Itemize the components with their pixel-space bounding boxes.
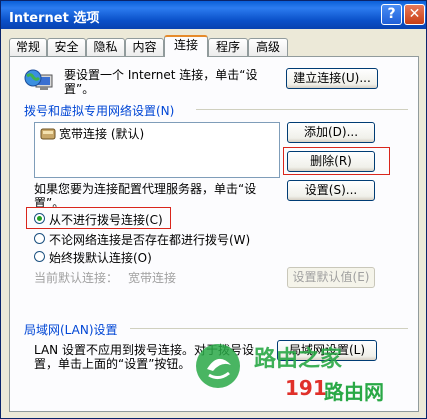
help-button[interactable]: ? <box>381 4 402 25</box>
lan-group-label: 局域网(LAN)设置 <box>24 323 118 337</box>
radio-always-dial-default[interactable] <box>34 251 45 262</box>
window-title: Internet 选项 <box>9 11 100 26</box>
radio-dial-when-no-network-label[interactable]: 不论网络连接是否存在都进行拨号(W) <box>49 231 250 248</box>
internet-options-window: Internet 选项 ? ✕ 常规 安全 隐私 内容 连接 程序 高级 要设置… <box>0 0 427 419</box>
add-connection-button[interactable]: 添加(D)... <box>287 122 375 143</box>
dialup-group-label: 拨号和虚拟专用网络设置(N) <box>24 104 175 118</box>
setup-connection-button[interactable]: 建立连接(U)... <box>286 68 378 89</box>
set-default-button[interactable]: 设置默认值(E) <box>287 267 375 288</box>
tab-programs[interactable]: 程序 <box>208 38 248 56</box>
connection-list[interactable]: 宽带连接 (默认) <box>34 122 280 178</box>
radio-never-dial[interactable] <box>34 213 45 224</box>
close-button[interactable]: ✕ <box>404 4 425 25</box>
settings-button[interactable]: 设置(S)... <box>287 180 375 201</box>
watermark-url-text: 路由网 <box>324 380 384 404</box>
current-default-value: 宽带连接 <box>128 271 177 285</box>
tab-general[interactable]: 常规 <box>9 38 47 56</box>
proxy-text-line1: 如果您要为连接配置代理服务器，单击“设 <box>34 182 257 196</box>
radio-dial-when-no-network[interactable] <box>34 233 45 244</box>
remove-button-highlight <box>283 147 390 175</box>
radio-never-dial-label[interactable]: 从不进行拨号连接(C) <box>49 211 163 228</box>
radio-always-dial-default-label[interactable]: 始终拨默认连接(O) <box>49 249 152 266</box>
broadband-connection-icon <box>40 128 56 140</box>
tab-security[interactable]: 安全 <box>47 38 86 56</box>
lan-group-divider <box>130 328 408 329</box>
tab-advanced[interactable]: 高级 <box>248 38 288 56</box>
network-globe-icon <box>24 69 53 90</box>
dialup-group-divider <box>196 109 408 110</box>
watermark-logo-icon <box>196 344 240 388</box>
title-bar: Internet 选项 ? ✕ <box>1 1 426 29</box>
watermark-brand: 路由之家 <box>254 347 343 372</box>
intro-text-line2: 置”。 <box>64 82 95 96</box>
tab-connections[interactable]: 连接 <box>164 35 208 57</box>
current-default-label: 当前默认连接： <box>34 271 119 285</box>
watermark-url-number: 191 <box>285 376 327 400</box>
tab-privacy[interactable]: 隐私 <box>86 38 125 56</box>
tab-content[interactable]: 内容 <box>125 38 164 56</box>
connection-item[interactable]: 宽带连接 (默认) <box>59 125 144 142</box>
lan-text-line2: 置，单击上面的“设置”按钮。 <box>34 357 191 371</box>
